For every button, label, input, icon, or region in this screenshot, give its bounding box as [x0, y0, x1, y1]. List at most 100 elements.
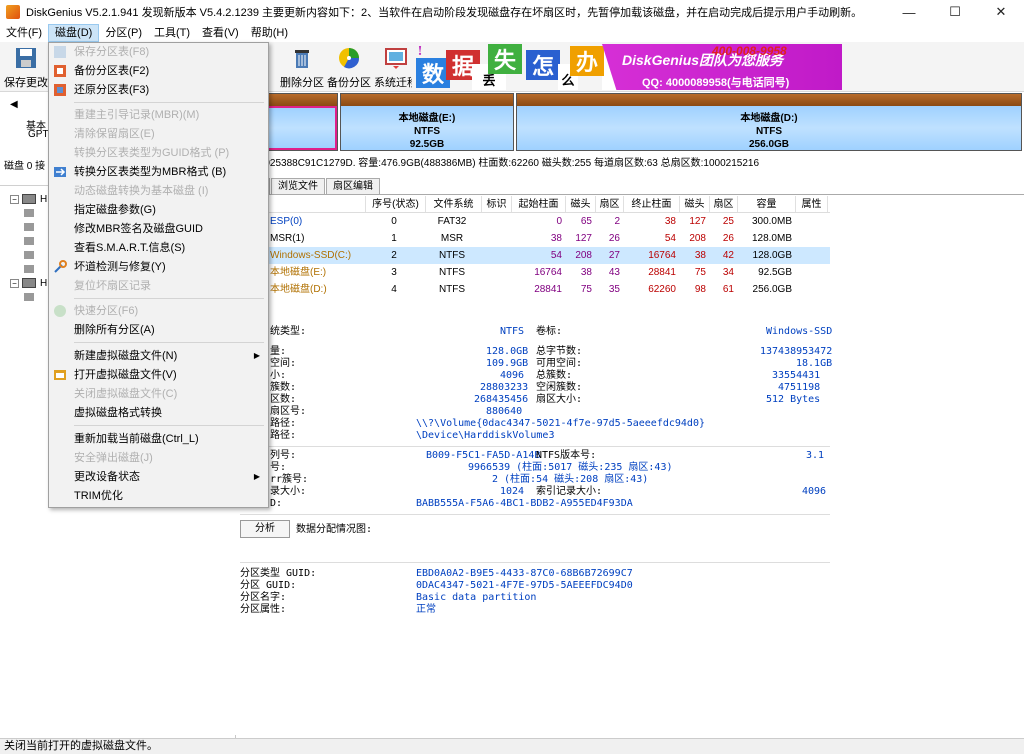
- col-header[interactable]: 扇区: [710, 196, 738, 212]
- detail-label: 索引记录大小:: [536, 486, 603, 497]
- menu-new-virtual-disk[interactable]: 新建虚拟磁盘文件(N) ▶: [49, 347, 268, 365]
- nav-prev-icon[interactable]: ◀: [10, 99, 18, 110]
- menu-reload-disk[interactable]: 重新加载当前磁盘(Ctrl_L): [49, 430, 268, 448]
- partition-cap: [341, 94, 513, 106]
- menu-virtual-disk-convert[interactable]: 虚拟磁盘格式转换: [49, 404, 268, 422]
- tree-collapse-icon[interactable]: −: [10, 194, 19, 204]
- menu-bad-sector[interactable]: 坏道检测与修复(Y): [49, 258, 268, 276]
- table-row[interactable]: MSR(1) 1 MSR 38 127 26 54 208 26 128.0MB: [236, 230, 830, 247]
- record-size: 1024: [500, 486, 525, 497]
- col-header[interactable]: 文件系统: [426, 196, 482, 212]
- col-header[interactable]: 标识: [482, 196, 512, 212]
- table-row[interactable]: 本地磁盘(E:) 3 NTFS 16764 38 43 28841 75 34 92.5GB: [236, 264, 830, 281]
- menu-disk[interactable]: 磁盘(D): [48, 24, 100, 42]
- menu-rebuild-mbr[interactable]: 重建主引导记录(MBR)(M): [49, 106, 268, 124]
- menu-clear-reserved[interactable]: 清除保留扇区(E): [49, 125, 268, 143]
- menu-file[interactable]: 文件(F): [0, 24, 48, 42]
- menu-delete-all-partitions[interactable]: 删除所有分区(A): [49, 321, 268, 339]
- guid-label: 分区类型 GUID:: [240, 568, 317, 579]
- menu-reset-bad-sector[interactable]: 复位坏扇区记录: [49, 277, 268, 295]
- banner-bang: !: [417, 44, 423, 58]
- delete-partition-button[interactable]: 删除分区: [278, 44, 326, 90]
- menu-safe-eject[interactable]: 安全弹出磁盘(J): [49, 449, 268, 467]
- save-changes-label: 保存更改: [4, 77, 48, 89]
- partition-block-d[interactable]: 本地磁盘(D:) NTFS 256.0GB: [516, 93, 1022, 151]
- menu-change-device-state[interactable]: 更改设备状态 ▶: [49, 468, 268, 486]
- menu-partition[interactable]: 分区(P): [99, 24, 148, 42]
- volume-serial: B009-F5C1-FA5D-A14B: [426, 450, 541, 461]
- tree-part[interactable]: [24, 220, 38, 234]
- delete-partition-label: 删除分区: [280, 77, 324, 89]
- col-header[interactable]: 起始柱面: [512, 196, 566, 212]
- detail-label: 量:: [270, 346, 287, 357]
- submenu-arrow-icon: ▶: [253, 472, 260, 481]
- tab-browse-files[interactable]: 浏览文件: [271, 178, 325, 194]
- tree-part[interactable]: [24, 262, 38, 276]
- data-distribution-label: 数据分配情况图:: [296, 524, 373, 535]
- fs-type-label: 统类型:: [270, 326, 307, 337]
- menu-quick-partition[interactable]: 快速分区(F6): [49, 302, 268, 320]
- minimize-button[interactable]: —: [886, 0, 932, 24]
- analyze-button[interactable]: 分析: [240, 520, 290, 538]
- tab-bar: 参数 浏览文件 扇区编辑: [236, 178, 1024, 195]
- quick-partition-icon: [54, 305, 66, 317]
- tree-part[interactable]: [24, 206, 38, 220]
- col-header[interactable]: 磁头: [566, 196, 596, 212]
- tree-disk-0[interactable]: − H: [10, 192, 47, 206]
- ad-banner[interactable]: 数 据 丢 失 怎 么 办 ! DiskGenius团队为您服务 400-008…: [412, 44, 842, 90]
- partition-icon: [24, 293, 34, 301]
- tree-part[interactable]: [24, 290, 38, 304]
- guid-label: 分区 GUID:: [240, 580, 297, 591]
- col-header[interactable]: 扇区: [596, 196, 624, 212]
- tree-part[interactable]: [24, 248, 38, 262]
- table-row-selected[interactable]: Windows-SSD(C:) 2 NTFS 54 208 27 16764 38 42 128.…: [236, 247, 830, 264]
- maximize-button[interactable]: ☐: [932, 0, 978, 24]
- menu-open-virtual-disk[interactable]: 打开虚拟磁盘文件(V): [49, 366, 268, 384]
- disk-info-text: 磁盘 0 接: [4, 161, 46, 172]
- col-header[interactable]: 容量: [738, 196, 796, 212]
- partition-icon: [24, 251, 34, 259]
- menu-view[interactable]: 查看(V): [196, 24, 245, 42]
- menu-convert-mbr[interactable]: 转换分区表类型为MBR格式 (B): [49, 163, 268, 181]
- detail-label: 可用空间:: [536, 358, 583, 369]
- table-row[interactable]: 本地磁盘(D:) 4 NTFS 28841 75 35 62260 98 61 256.0GB: [236, 281, 830, 298]
- ntfs-version: 3.1: [806, 450, 825, 461]
- guid-label: 分区属性:: [240, 604, 287, 615]
- save-changes-button[interactable]: 保存更改: [2, 44, 50, 90]
- disk-icon: [22, 194, 36, 204]
- restore-table-icon: [54, 84, 66, 96]
- disk-dropdown-menu: 保存分区表(F8) 备份分区表(F2) 还原分区表(F3) 重建主引导记录(MB…: [48, 42, 269, 508]
- menu-smart-info[interactable]: 查看S.M.A.R.T.信息(S): [49, 239, 268, 257]
- partition-block-e[interactable]: 本地磁盘(E:) NTFS 92.5GB: [340, 93, 514, 151]
- partition-cap: [517, 94, 1021, 106]
- menu-tools[interactable]: 工具(T): [148, 24, 196, 42]
- menu-trim[interactable]: TRIM优化: [49, 487, 268, 505]
- menu-backup-partition-table[interactable]: 备份分区表(F2): [49, 62, 268, 80]
- detail-label: 空闲簇数:: [536, 382, 583, 393]
- tree-part[interactable]: [24, 234, 38, 248]
- tab-sector-edit[interactable]: 扇区编辑: [326, 178, 380, 194]
- col-header[interactable]: 磁头: [680, 196, 710, 212]
- menu-help[interactable]: 帮助(H): [245, 24, 294, 42]
- trash-icon: [295, 50, 309, 68]
- menu-dynamic-to-basic[interactable]: 动态磁盘转换为基本磁盘 (I): [49, 182, 268, 200]
- status-bar: 关闭当前打开的虚拟磁盘文件。: [0, 738, 1024, 754]
- close-button[interactable]: ✕: [978, 0, 1024, 24]
- menu-close-virtual-disk[interactable]: 关闭虚拟磁盘文件(C): [49, 385, 268, 403]
- table-row[interactable]: ESP(0) 0 FAT32 0 65 2 38 127 25 300.0MB: [236, 213, 830, 230]
- menu-save-partition-table[interactable]: 保存分区表(F8): [49, 43, 268, 61]
- menu-convert-gpt[interactable]: 转换分区表类型为GUID格式 (P): [49, 144, 268, 162]
- convert-icon: [54, 167, 66, 177]
- backup-partition-label: 备份分区: [327, 77, 371, 89]
- menu-disk-params[interactable]: 指定磁盘参数(G): [49, 201, 268, 219]
- open-disk-icon: [54, 370, 66, 380]
- tree-disk-1[interactable]: − H: [10, 276, 47, 290]
- tree-collapse-icon[interactable]: −: [10, 278, 19, 288]
- menu-restore-partition-table[interactable]: 还原分区表(F3): [49, 81, 268, 99]
- col-header[interactable]: 属性: [796, 196, 828, 212]
- backup-partition-button[interactable]: 备份分区: [325, 44, 373, 90]
- col-header[interactable]: 序号(状态): [366, 196, 426, 212]
- col-header[interactable]: 终止柱面: [624, 196, 680, 212]
- menu-mbr-signature[interactable]: 修改MBR签名及磁盘GUID: [49, 220, 268, 238]
- banner-phone: 400-008-9958: [712, 44, 787, 58]
